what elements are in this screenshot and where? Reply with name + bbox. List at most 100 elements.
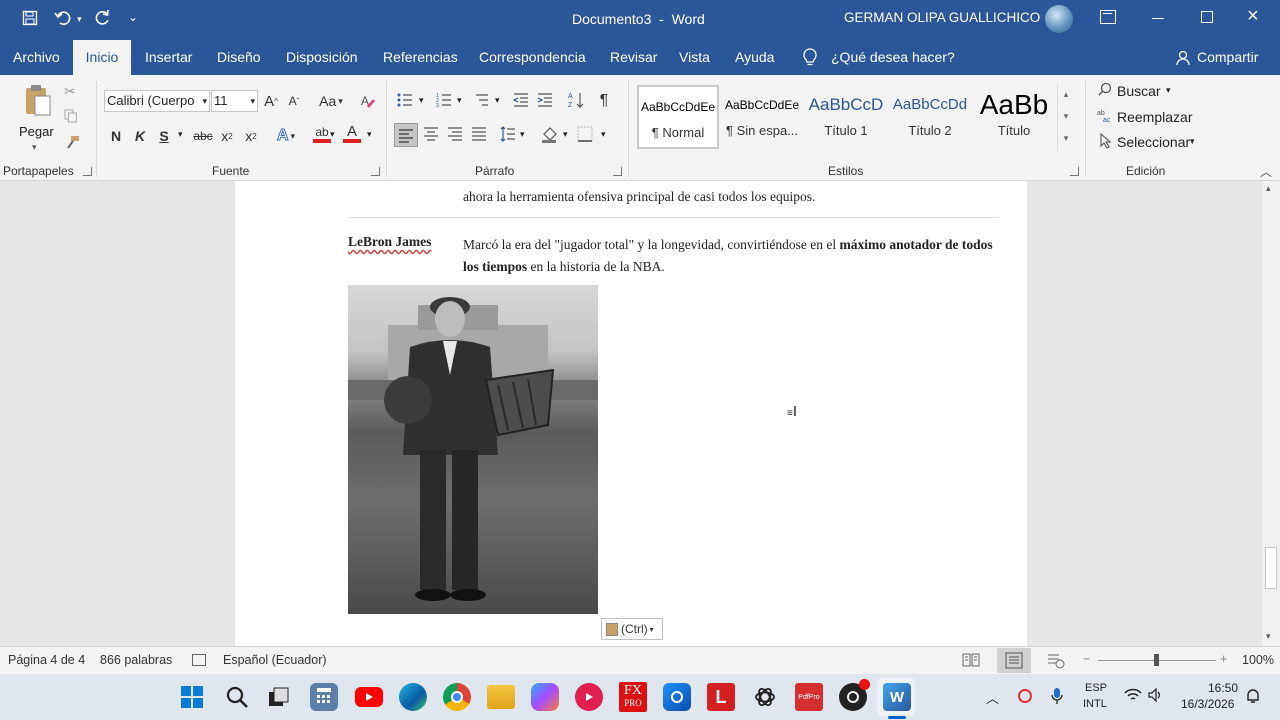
input-language[interactable]: ESP	[1085, 682, 1107, 694]
minimize-icon[interactable]	[1152, 18, 1164, 19]
customize-qat-icon[interactable]: ⌄	[128, 10, 138, 24]
styles-more-icon[interactable]: ▾	[1058, 127, 1074, 149]
collapse-ribbon-icon[interactable]: ︿	[1260, 163, 1272, 180]
style-titulo-2[interactable]: AaBbCcDd Título 2	[889, 85, 971, 149]
lightbulb-icon[interactable]	[802, 48, 818, 68]
tab-archivo[interactable]: Archivo	[0, 40, 73, 75]
styles-launcher-icon[interactable]	[1070, 167, 1079, 176]
replace-icon[interactable]: ab ac	[1097, 108, 1113, 124]
search-icon[interactable]	[225, 685, 249, 709]
proofing-icon[interactable]	[192, 654, 206, 666]
font-size-select[interactable]: 11 ▾	[211, 90, 258, 112]
bullets-icon[interactable]	[397, 93, 413, 107]
tab-insertar[interactable]: Insertar	[132, 40, 205, 75]
restore-icon[interactable]	[1201, 11, 1213, 23]
pdfpro-icon[interactable]: PdfPro	[795, 683, 823, 711]
font-launcher-icon[interactable]	[371, 167, 380, 176]
align-center-icon[interactable]	[423, 126, 439, 142]
style-titulo-1[interactable]: AaBbCcD Título 1	[805, 85, 887, 149]
zoom-in-button[interactable]: +	[1220, 652, 1227, 666]
underline-dropdown-icon[interactable]: ▾	[178, 129, 183, 140]
find-dropdown-icon[interactable]: ▾	[1166, 85, 1171, 96]
undo-dropdown-icon[interactable]: ▾	[77, 14, 82, 25]
multilevel-dropdown-icon[interactable]: ▾	[495, 95, 500, 106]
line-spacing-icon[interactable]	[500, 126, 516, 142]
outlook-icon[interactable]	[663, 683, 691, 711]
font-color-dropdown-icon[interactable]: ▾	[367, 129, 372, 140]
wifi-icon[interactable]	[1124, 688, 1142, 702]
paste-button[interactable]: Pegar	[19, 124, 54, 139]
text-effects-button[interactable]: A ▾	[272, 125, 300, 147]
font-color-button[interactable]: A	[342, 123, 362, 145]
person-icon[interactable]	[1176, 50, 1190, 66]
copilot-icon[interactable]	[531, 683, 559, 711]
inserted-photo[interactable]	[348, 285, 598, 614]
obs-icon[interactable]	[839, 679, 870, 711]
find-button[interactable]: Buscar	[1117, 83, 1161, 99]
read-mode-icon[interactable]	[962, 653, 980, 667]
l-app-icon[interactable]: L	[707, 683, 735, 711]
player-description-cell[interactable]: Marcó la era del "jugador total" y la lo…	[463, 234, 999, 278]
chatgpt-icon[interactable]	[751, 683, 779, 711]
sort-icon[interactable]: AZ	[568, 91, 584, 109]
task-view-icon[interactable]	[268, 686, 290, 708]
avatar[interactable]	[1045, 5, 1073, 33]
scroll-thumb[interactable]	[1265, 547, 1277, 589]
microphone-icon[interactable]	[1051, 687, 1063, 705]
font-name-select[interactable]: Calibri (Cuerpo ▾	[104, 90, 210, 112]
select-button[interactable]: Seleccionar	[1117, 134, 1190, 150]
cut-icon[interactable]: ✂	[64, 83, 76, 100]
select-icon[interactable]	[1099, 132, 1113, 149]
align-right-icon[interactable]	[447, 126, 463, 142]
page-count[interactable]: Página 4 de 4	[8, 653, 85, 667]
chevron-up-icon[interactable]: ︿	[986, 688, 999, 707]
tell-me-search[interactable]: ¿Qué desea hacer?	[831, 49, 955, 65]
word-count[interactable]: 866 palabras	[100, 653, 172, 667]
print-layout-icon[interactable]	[997, 648, 1031, 673]
user-name[interactable]: GERMAN OLIPA GUALLICHICO	[844, 10, 1040, 25]
notifications-icon[interactable]	[1246, 688, 1260, 704]
multilevel-list-icon[interactable]	[474, 93, 490, 107]
fxpro-icon[interactable]: FX PRO	[619, 682, 647, 712]
shrink-font-button[interactable]: Aˇ	[286, 90, 302, 112]
borders-dropdown-icon[interactable]: ▾	[601, 129, 606, 140]
grow-font-button[interactable]: A ^	[263, 90, 279, 112]
justify-icon[interactable]	[471, 126, 487, 142]
player-name-cell[interactable]: LeBron James	[348, 234, 431, 250]
clock-time[interactable]: 16:50	[1208, 681, 1238, 695]
web-layout-icon[interactable]	[1047, 653, 1065, 669]
bold-button[interactable]: N	[108, 125, 124, 147]
shading-icon[interactable]	[541, 125, 559, 143]
tab-correspondencia[interactable]: Correspondencia	[466, 40, 599, 75]
copy-icon[interactable]	[64, 109, 78, 123]
bullets-dropdown-icon[interactable]: ▾	[419, 95, 424, 106]
undo-icon[interactable]	[54, 9, 74, 27]
superscript-button[interactable]: x2	[243, 125, 259, 147]
search-icon[interactable]	[1098, 82, 1112, 96]
chrome-icon[interactable]	[443, 683, 471, 711]
line-spacing-dropdown-icon[interactable]: ▾	[520, 129, 525, 140]
close-icon[interactable]: ×	[1247, 6, 1259, 26]
paragraph-launcher-icon[interactable]	[613, 167, 622, 176]
clock-date[interactable]: 16/3/2026	[1181, 697, 1234, 711]
numbering-dropdown-icon[interactable]: ▾	[457, 95, 462, 106]
media-player-icon[interactable]	[575, 683, 603, 711]
paste-icon[interactable]	[24, 83, 52, 117]
tab-ayuda[interactable]: Ayuda	[722, 40, 787, 75]
style-normal[interactable]: AaBbCcDdEe ¶ Normal	[637, 85, 719, 149]
subscript-button[interactable]: x2	[219, 125, 235, 147]
zoom-slider[interactable]	[1098, 654, 1216, 666]
tab-disposicion[interactable]: Disposición	[273, 40, 371, 75]
align-left-icon[interactable]	[394, 123, 418, 147]
shading-dropdown-icon[interactable]: ▾	[563, 129, 568, 140]
paste-options-button[interactable]: (Ctrl) ▾	[601, 618, 663, 640]
italic-button[interactable]: K	[132, 125, 148, 147]
underline-button[interactable]: S	[156, 125, 172, 147]
document-area[interactable]: ahora la herramienta ofensiva principal …	[0, 181, 1280, 646]
scroll-down-icon[interactable]: ▾	[1266, 631, 1271, 642]
word-icon[interactable]: W	[883, 683, 911, 711]
borders-icon[interactable]	[577, 126, 593, 142]
styles-scroller[interactable]: ▴ ▾ ▾	[1057, 83, 1074, 151]
clipboard-launcher-icon[interactable]	[83, 167, 92, 176]
previous-row-text[interactable]: ahora la herramienta ofensiva principal …	[463, 189, 815, 205]
